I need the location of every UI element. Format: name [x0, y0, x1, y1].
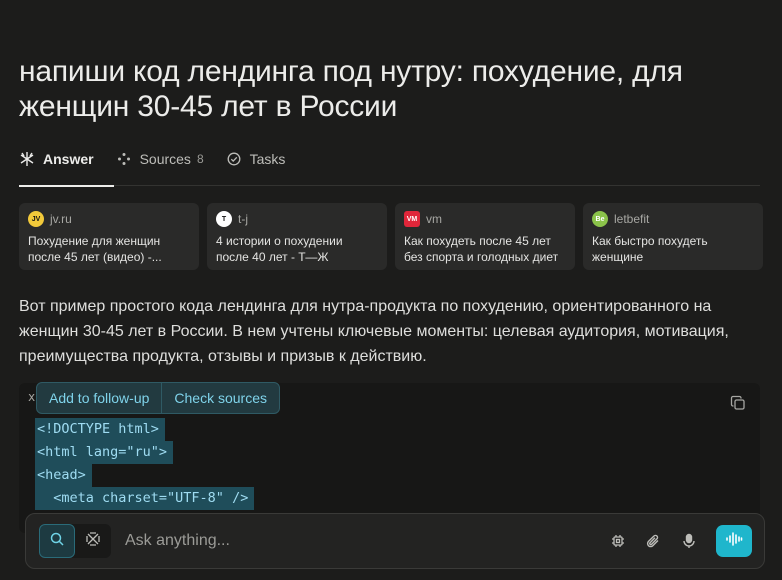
- source-site: t-j: [238, 212, 248, 226]
- tab-answer[interactable]: Answer: [19, 146, 114, 187]
- mode-switcher: [39, 524, 111, 558]
- letbefit-favicon-icon: Be: [592, 211, 608, 227]
- source-site: vm: [426, 212, 442, 226]
- code-line: <head>: [35, 464, 92, 487]
- add-to-follow-up-button[interactable]: Add to follow-up: [37, 383, 161, 413]
- chip-icon[interactable]: [609, 532, 627, 550]
- tab-answer-label: Answer: [43, 151, 94, 167]
- source-cards: JV jv.ru Похудение для женщин после 45 ле…: [19, 203, 763, 270]
- copy-icon[interactable]: [730, 395, 746, 411]
- source-title: Как быстро похудеть женщине: [592, 234, 708, 264]
- code-language: x: [28, 390, 36, 404]
- microphone-icon[interactable]: [680, 532, 698, 550]
- source-card[interactable]: T t-j 4 истории о похудении после 40 лет …: [207, 203, 387, 270]
- tab-bar: Answer Sources 8 Tasks: [19, 146, 760, 187]
- tab-tasks-label: Tasks: [249, 151, 286, 167]
- search-mode-button[interactable]: [39, 524, 75, 558]
- tab-sources[interactable]: Sources 8: [116, 146, 204, 172]
- code-line: <meta charset="UTF-8" />: [35, 487, 255, 510]
- code-line: <html lang="ru">: [35, 441, 174, 464]
- attach-icon[interactable]: [644, 532, 662, 550]
- tasks-icon: [226, 151, 242, 167]
- source-card[interactable]: Be letbefit Как быстро похудеть женщине: [583, 203, 763, 270]
- page-title: напиши код лендинга под нутру: похудение…: [19, 55, 683, 123]
- jv-favicon-icon: JV: [28, 211, 44, 227]
- answer-text: Вот пример простого кода лендинга для ну…: [19, 298, 729, 365]
- research-mode-button[interactable]: [75, 524, 111, 558]
- source-title: Как похудеть после 45 лет без спорта и го…: [404, 234, 559, 264]
- source-title: Похудение для женщин после 45 лет (видео)…: [28, 234, 162, 264]
- answer-icon: [19, 151, 35, 167]
- source-title: 4 истории о похудении после 40 лет - Т—Ж: [216, 234, 343, 264]
- source-card[interactable]: JV jv.ru Похудение для женщин после 45 ле…: [19, 203, 199, 270]
- ask-bar: [25, 513, 765, 569]
- tab-tasks[interactable]: Tasks: [226, 146, 286, 172]
- sources-count: 8: [196, 152, 204, 166]
- sources-icon: [116, 151, 132, 167]
- check-sources-button[interactable]: Check sources: [161, 383, 279, 413]
- source-site: jv.ru: [50, 212, 72, 226]
- ask-input[interactable]: [125, 530, 585, 552]
- tab-sources-label: Sources: [139, 151, 191, 167]
- source-card[interactable]: VM vm Как похудеть после 45 лет без спорт…: [395, 203, 575, 270]
- source-site: letbefit: [614, 212, 650, 226]
- code-line: <!DOCTYPE html>: [35, 418, 165, 441]
- vm-favicon-icon: VM: [404, 211, 420, 227]
- search-icon: [49, 531, 65, 552]
- voice-mode-button[interactable]: [716, 525, 752, 557]
- waveform-icon: [725, 531, 743, 552]
- selection-popup: Add to follow-up Check sources: [36, 382, 280, 414]
- tj-favicon-icon: T: [216, 211, 232, 227]
- atom-icon: [85, 531, 101, 552]
